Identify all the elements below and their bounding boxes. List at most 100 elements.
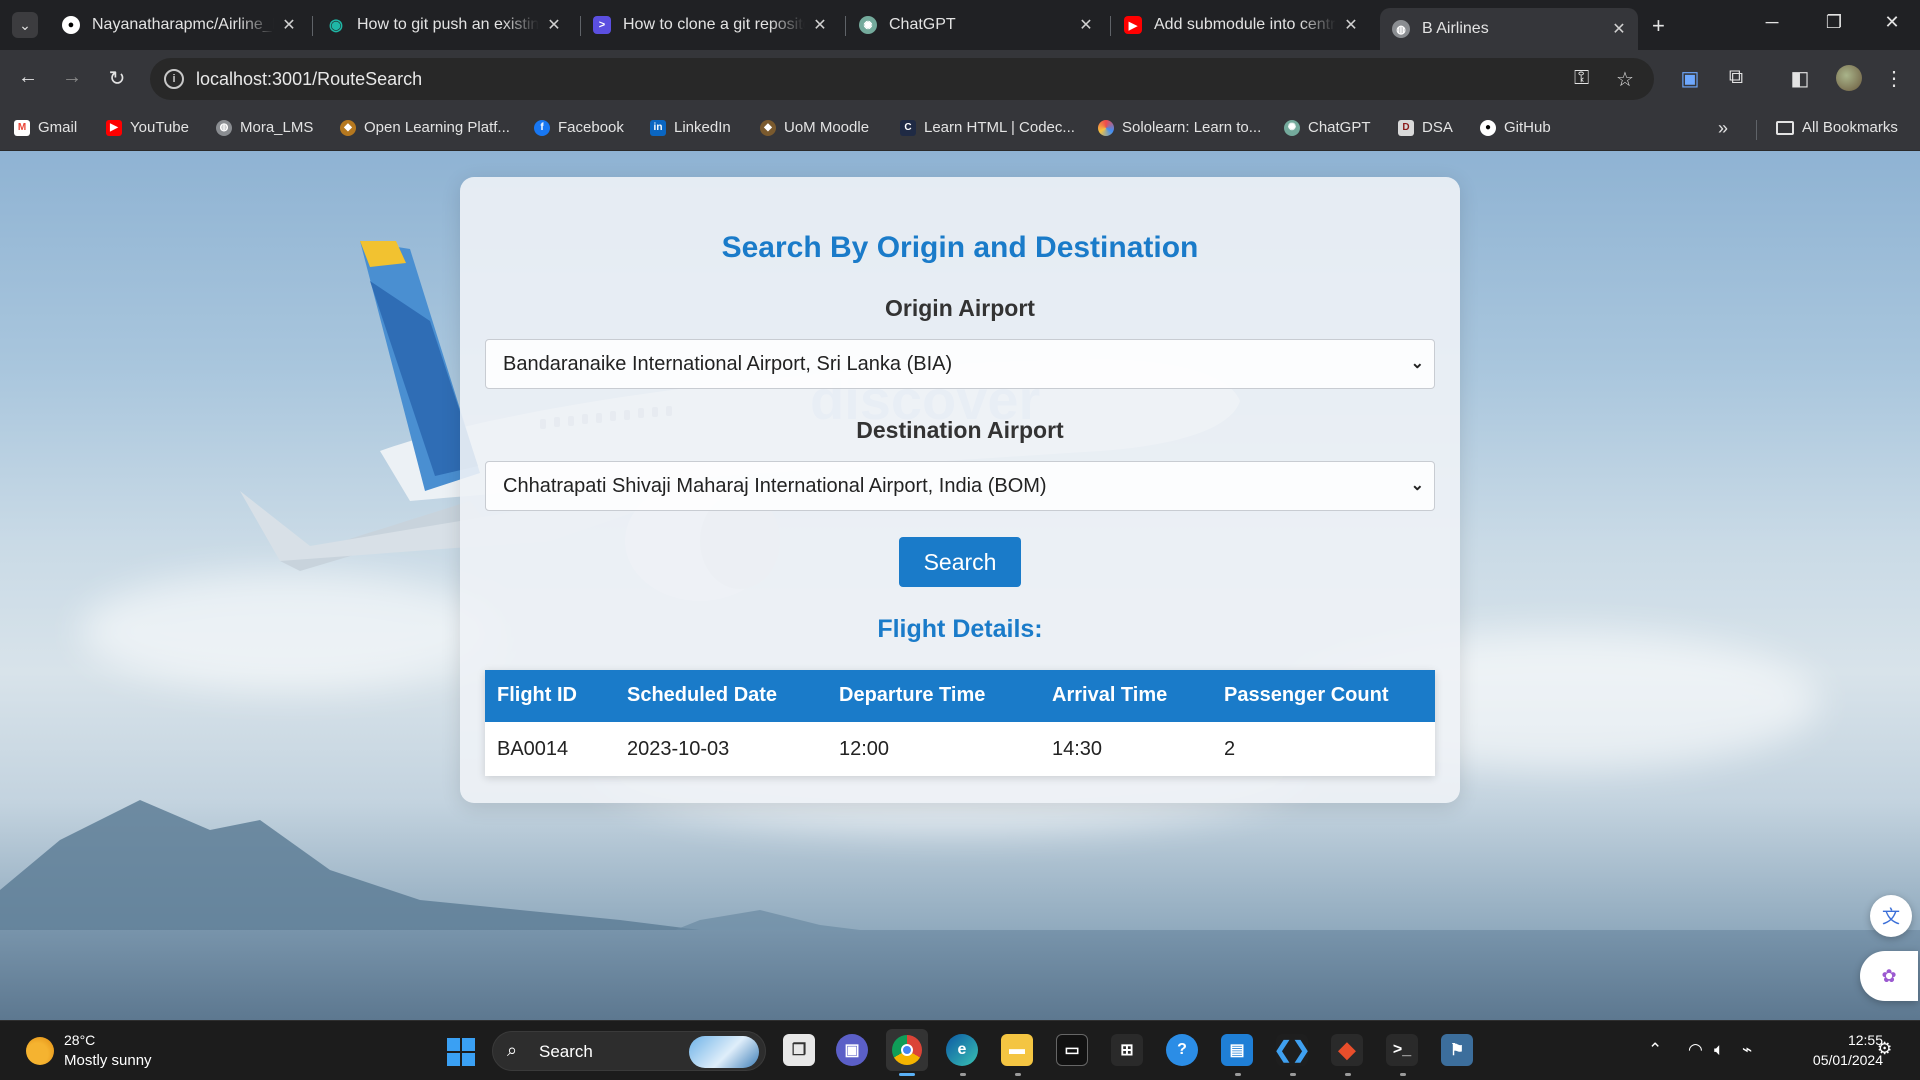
notifications-icon[interactable]: ⚙ [1877, 1039, 1892, 1059]
close-icon[interactable]: ✕ [1077, 15, 1095, 35]
notepad-icon[interactable]: ▤ [1221, 1034, 1253, 1066]
browser-tab-active[interactable]: ◍ B Airlines ✕ [1380, 8, 1638, 50]
bookmark-codecademy[interactable]: C Learn HTML | Codec... [900, 119, 1075, 136]
column-header-arrival-time: Arrival Time [1052, 684, 1168, 706]
side-panel-icon[interactable]: ◧ [1786, 66, 1814, 91]
clock-date[interactable]: 05/01/2024 [1787, 1052, 1883, 1068]
close-window-button[interactable]: ✕ [1872, 12, 1912, 33]
back-button[interactable]: ← [14, 66, 42, 89]
bookmark-label: Sololearn: Learn to... [1122, 119, 1262, 136]
bookmark-gmail[interactable]: M Gmail [14, 119, 77, 136]
column-header-flight-id: Flight ID [497, 684, 577, 706]
taskbar-search-placeholder: Search [539, 1042, 593, 1061]
bookmark-uom-moodle[interactable]: ◆ UoM Moodle [760, 119, 869, 136]
globe-icon: ◍ [1392, 20, 1410, 38]
browser-tab[interactable]: ● Nayanatharapmc/Airline_Ri ✕ [50, 8, 308, 42]
chatgpt-icon: ✺ [859, 16, 877, 34]
bookmark-facebook[interactable]: f Facebook [534, 119, 624, 136]
chevron-down-icon: ⌄ [1410, 355, 1424, 372]
mysql-workbench-icon[interactable]: ⚑ [1441, 1034, 1473, 1066]
battery-charging-icon[interactable]: ⌁ [1742, 1040, 1752, 1060]
tab-title: ChatGPT [889, 16, 956, 33]
volume-icon[interactable]: 🔈︎ [1714, 1040, 1724, 1060]
start-button-windows-icon[interactable] [447, 1038, 475, 1066]
bookmark-github[interactable]: ● GitHub [1480, 119, 1551, 136]
bookmark-dsa[interactable]: D DSA [1398, 119, 1453, 136]
browser-tab[interactable]: > How to clone a git reposito ✕ [581, 8, 839, 42]
bookmark-star-icon[interactable]: ☆ [1616, 67, 1634, 92]
minimize-button[interactable]: ─ [1752, 12, 1792, 33]
search-button[interactable]: Search [899, 537, 1021, 587]
close-icon[interactable]: ✕ [811, 15, 829, 35]
browser-tab[interactable]: ◉ How to git push an existing ✕ [315, 8, 573, 42]
weather-temperature[interactable]: 28°C [64, 1032, 95, 1048]
bookmark-open-learning[interactable]: ◆ Open Learning Platf... [340, 119, 510, 136]
background-sea [0, 930, 1920, 1020]
bookmark-label: Gmail [38, 119, 78, 136]
clock-time[interactable]: 12:55 [1827, 1032, 1883, 1048]
screenshot-extension-icon[interactable]: ▣ [1676, 66, 1704, 91]
command-prompt-icon[interactable]: >_ [1386, 1034, 1418, 1066]
column-header-scheduled-date: Scheduled Date [627, 684, 778, 706]
get-help-icon[interactable]: ? [1166, 1034, 1198, 1066]
weather-description[interactable]: Mostly sunny [64, 1052, 152, 1069]
teams-chat-icon[interactable]: ▣ [836, 1034, 868, 1066]
site-info-icon[interactable]: i [164, 69, 184, 89]
forward-button[interactable]: → [58, 66, 86, 89]
task-view-icon[interactable]: ❐ [783, 1034, 815, 1066]
weather-sunny-icon[interactable] [26, 1037, 54, 1065]
tab-title: Nayanatharapmc/Airline_Ri [92, 16, 274, 33]
browser-tab[interactable]: ▶ Add submodule into centra ✕ [1112, 8, 1370, 42]
bookmark-label: YouTube [130, 119, 189, 136]
microsoft-store-icon[interactable]: ⊞ [1111, 1034, 1143, 1066]
ai-assistant-icon[interactable]: ✿ [1860, 951, 1918, 1001]
tab-search-button[interactable]: ⌄ [12, 12, 38, 38]
flight-details-table: Flight ID Scheduled Date Departure Time … [485, 670, 1435, 776]
close-icon[interactable]: ✕ [545, 15, 563, 35]
restore-button[interactable]: ❐ [1814, 12, 1854, 33]
new-tab-button[interactable]: + [1652, 13, 1665, 39]
close-icon[interactable]: ✕ [1342, 15, 1360, 35]
all-bookmarks-folder[interactable]: All Bookmarks [1776, 119, 1898, 136]
facebook-icon: f [534, 119, 550, 136]
chrome-icon[interactable] [886, 1029, 928, 1071]
windows-taskbar: 28°C Mostly sunny ⌕ Search ❐ ▣ e ▬ ▭ ⊞ ?… [0, 1020, 1920, 1080]
origin-airport-label: Origin Airport [885, 295, 1035, 321]
running-indicator [1015, 1073, 1021, 1076]
bookmark-youtube[interactable]: ▶ YouTube [106, 119, 189, 136]
chatgpt-icon: ✺ [1284, 119, 1300, 136]
destination-airport-label: Destination Airport [856, 417, 1064, 443]
file-explorer-icon[interactable]: ▬ [1001, 1034, 1033, 1066]
reload-button[interactable]: ↻ [103, 66, 131, 91]
vscode-icon[interactable]: ❮❯ [1274, 1034, 1310, 1066]
origin-airport-value: Bandaranaike International Airport, Sri … [503, 353, 953, 375]
password-key-icon[interactable]: ⚿ [1574, 67, 1589, 90]
show-hidden-icons-chevron-up-icon[interactable]: ⌃ [1648, 1040, 1662, 1060]
bookmark-sololearn[interactable]: Sololearn: Learn to... [1098, 119, 1261, 136]
address-bar[interactable]: i localhost:3001/RouteSearch ⚿ ☆ [150, 58, 1654, 100]
wifi-icon[interactable]: ◠ [1688, 1040, 1703, 1060]
close-icon[interactable]: ✕ [280, 15, 298, 35]
destination-airport-select[interactable]: Chhatrapati Shivaji Maharaj Internationa… [485, 461, 1435, 511]
bookmark-linkedin[interactable]: in LinkedIn [650, 119, 731, 136]
running-indicator [1345, 1073, 1351, 1076]
more-bookmarks-chevron-icon[interactable]: » [1718, 118, 1728, 139]
origin-airport-select[interactable]: Bandaranaike International Airport, Sri … [485, 339, 1435, 389]
git-gui-icon[interactable]: ◆ [1331, 1034, 1363, 1066]
menu-icon[interactable]: ⋮ [1880, 66, 1908, 91]
bookmark-mora-lms[interactable]: ◍ Mora_LMS [216, 119, 313, 136]
profile-avatar[interactable] [1836, 65, 1862, 91]
tab-title: How to clone a git reposito [623, 16, 805, 33]
terminal-app-icon[interactable]: ▭ [1056, 1034, 1088, 1066]
close-icon[interactable]: ✕ [1610, 19, 1628, 39]
bookmark-label: LinkedIn [674, 119, 731, 136]
browser-tab[interactable]: ✺ ChatGPT ✕ [847, 8, 1105, 42]
translate-icon[interactable]: 文 [1870, 895, 1912, 937]
extensions-icon[interactable]: ⧉ [1722, 66, 1750, 89]
url-text[interactable]: localhost:3001/RouteSearch [196, 69, 422, 90]
bookmarks-divider [1756, 120, 1757, 140]
taskbar-search-box[interactable]: ⌕ Search [492, 1031, 766, 1071]
edge-icon[interactable]: e [946, 1034, 978, 1066]
bookmark-chatgpt[interactable]: ✺ ChatGPT [1284, 119, 1371, 136]
tab-divider [845, 16, 846, 36]
